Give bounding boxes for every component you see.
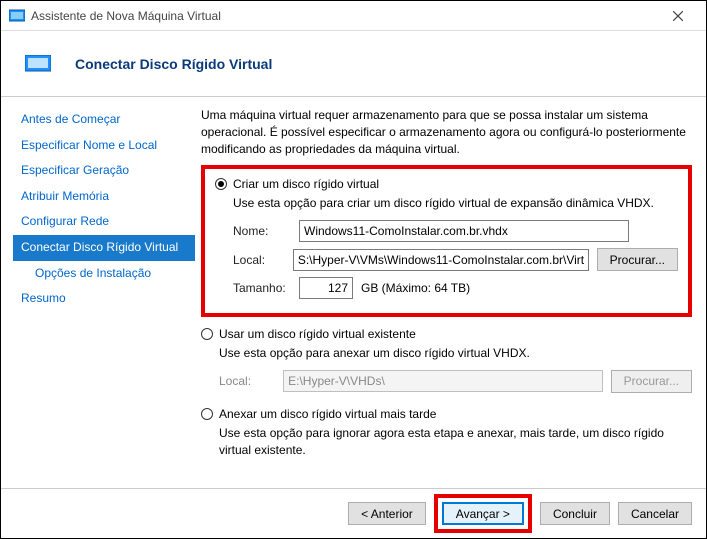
sidebar-item-specify-generation[interactable]: Especificar Geração (13, 158, 195, 184)
size-unit: GB (Máximo: 64 TB) (361, 281, 470, 295)
next-button[interactable]: Avançar > (442, 502, 524, 525)
highlight-create-vhd: Criar um disco rígido virtual Use esta o… (201, 165, 692, 317)
header-icon (25, 55, 51, 73)
browse-existing-button: Procurar... (611, 370, 692, 393)
section-later: Anexar um disco rígido virtual mais tard… (201, 407, 692, 459)
later-desc: Use esta opção para ignorar agora esta e… (219, 425, 692, 459)
existing-local-label: Local: (219, 374, 275, 388)
close-icon (673, 11, 683, 21)
section-existing: Usar um disco rígido virtual existente U… (201, 327, 692, 393)
radio-create-vhd[interactable]: Criar um disco rígido virtual (215, 177, 678, 191)
radio-existing-label: Usar um disco rígido virtual existente (219, 327, 416, 341)
size-label: Tamanho: (233, 281, 291, 295)
wizard-footer: < Anterior Avançar > Concluir Cancelar (1, 488, 706, 538)
radio-existing-vhd[interactable]: Usar um disco rígido virtual existente (201, 327, 692, 341)
highlight-next: Avançar > (434, 494, 532, 533)
sidebar-item-before-begin[interactable]: Antes de Começar (13, 107, 195, 133)
name-input[interactable] (299, 220, 629, 242)
sidebar-item-assign-memory[interactable]: Atribuir Memória (13, 184, 195, 210)
cancel-button[interactable]: Cancelar (618, 502, 692, 525)
sidebar-item-summary[interactable]: Resumo (13, 286, 195, 312)
existing-desc: Use esta opção para anexar um disco rígi… (219, 345, 692, 362)
wizard-window: Assistente de Nova Máquina Virtual Conec… (0, 0, 707, 539)
size-input[interactable] (299, 277, 353, 299)
sidebar-item-connect-vhd[interactable]: Conectar Disco Rígido Virtual (13, 235, 195, 261)
window-title: Assistente de Nova Máquina Virtual (31, 9, 658, 23)
sidebar-item-configure-network[interactable]: Configurar Rede (13, 209, 195, 235)
titlebar: Assistente de Nova Máquina Virtual (1, 1, 706, 31)
app-icon (9, 8, 25, 24)
create-desc: Use esta opção para criar um disco rígid… (233, 195, 678, 212)
back-button[interactable]: < Anterior (348, 502, 426, 525)
name-label: Nome: (233, 224, 291, 238)
radio-create-label: Criar um disco rígido virtual (233, 177, 379, 191)
wizard-content: Uma máquina virtual requer armazenamento… (195, 97, 706, 488)
radio-attach-later[interactable]: Anexar um disco rígido virtual mais tard… (201, 407, 692, 421)
radio-later-label: Anexar um disco rígido virtual mais tard… (219, 407, 436, 421)
radio-icon (201, 328, 213, 340)
close-button[interactable] (658, 2, 698, 30)
sidebar-item-specify-name[interactable]: Especificar Nome e Local (13, 133, 195, 159)
wizard-sidebar: Antes de Começar Especificar Nome e Loca… (1, 97, 195, 488)
wizard-header: Conectar Disco Rígido Virtual (1, 31, 706, 97)
radio-icon (215, 178, 227, 190)
local-label: Local: (233, 253, 285, 267)
local-input[interactable] (293, 249, 589, 271)
existing-local-input (283, 370, 603, 392)
finish-button[interactable]: Concluir (540, 502, 610, 525)
page-title: Conectar Disco Rígido Virtual (75, 56, 272, 72)
radio-icon (201, 408, 213, 420)
sidebar-item-install-options[interactable]: Opções de Instalação (13, 261, 195, 287)
browse-create-button[interactable]: Procurar... (597, 248, 678, 271)
intro-text: Uma máquina virtual requer armazenamento… (201, 107, 692, 157)
